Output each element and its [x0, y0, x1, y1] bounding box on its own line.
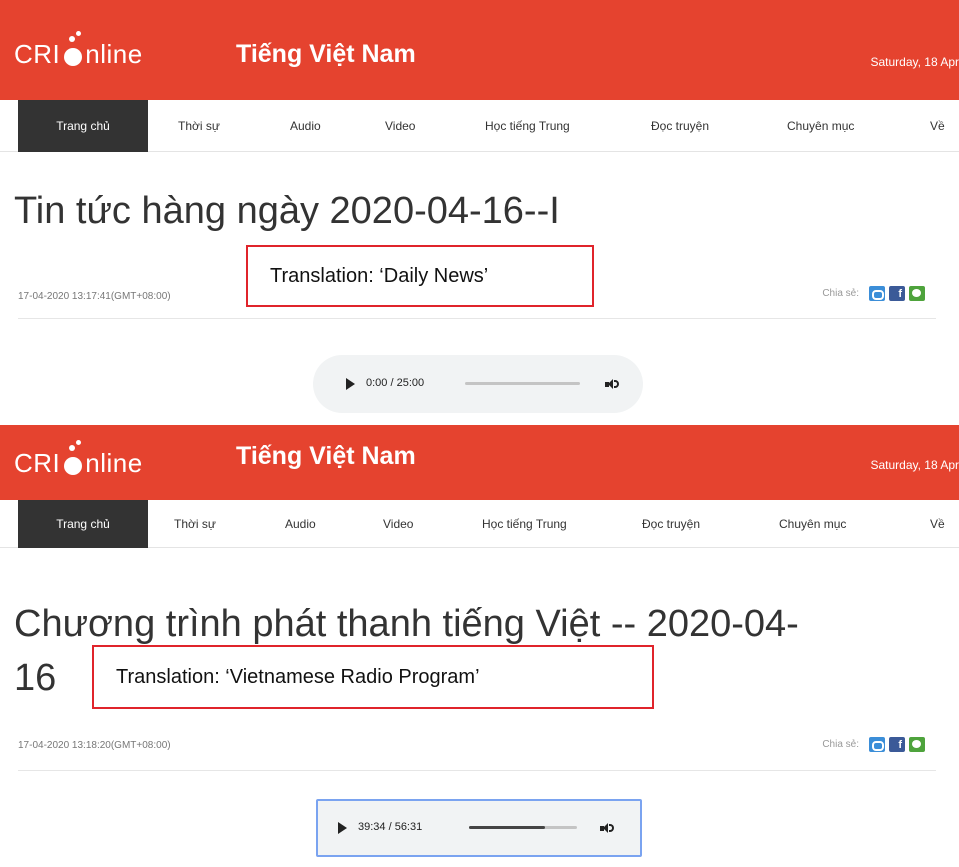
nav-item-chuyen-muc[interactable]: Chuyên mục	[787, 100, 854, 152]
share-bar: Chia sẻ: f	[822, 286, 925, 301]
progress-fill	[469, 826, 545, 829]
nav-item-video[interactable]: Video	[383, 500, 413, 548]
progress-slider[interactable]	[465, 382, 580, 385]
header-date: Saturday, 18 Apr	[870, 458, 959, 472]
share-label: Chia sẻ:	[822, 288, 859, 299]
divider	[18, 770, 936, 771]
wechat-share-icon[interactable]	[909, 737, 925, 752]
volume-icon[interactable]	[600, 823, 614, 833]
site-name[interactable]: Tiếng Việt Nam	[236, 40, 416, 69]
audio-player: 39:34 / 56:31	[316, 799, 642, 857]
facebook-share-icon[interactable]: f	[889, 286, 905, 301]
progress-slider[interactable]	[469, 826, 577, 829]
audio-player: 0:00 / 25:00	[313, 355, 643, 413]
divider	[18, 318, 936, 319]
article-timestamp: 17-04-2020 13:18:20(GMT+08:00)	[18, 740, 171, 751]
nav-item-thoi-su[interactable]: Thời sự	[174, 500, 216, 548]
article-panel-radio-program: CRI nline Tiếng Việt Nam Saturday, 18 Ap…	[0, 425, 959, 867]
nav-item-hoc-tieng-trung[interactable]: Học tiếng Trung	[485, 100, 570, 152]
nav-item-hoc-tieng-trung[interactable]: Học tiếng Trung	[482, 500, 567, 548]
site-header: CRI nline Tiếng Việt Nam Saturday, 18 Ap…	[0, 425, 959, 500]
header-date: Saturday, 18 Apr	[870, 55, 959, 69]
nav-item-audio[interactable]: Audio	[285, 500, 316, 548]
facebook-share-icon[interactable]: f	[889, 737, 905, 752]
nav-item-thoi-su[interactable]: Thời sự	[178, 100, 220, 152]
nav-item-video[interactable]: Video	[385, 100, 415, 152]
volume-icon[interactable]	[605, 379, 619, 389]
nav-item-doc-truyen[interactable]: Đọc truyện	[651, 100, 709, 152]
cri-online-logo[interactable]: CRI nline	[14, 30, 143, 70]
wechat-share-icon[interactable]	[909, 286, 925, 301]
weibo-share-icon[interactable]	[869, 737, 885, 752]
article-title-line-1: Chương trình phát thanh tiếng Việt -- 20…	[14, 603, 799, 645]
nav-item-doc-truyen[interactable]: Đọc truyện	[642, 500, 700, 548]
article-timestamp: 17-04-2020 13:17:41(GMT+08:00)	[18, 291, 171, 302]
nav-item-chuyen-muc[interactable]: Chuyên mục	[779, 500, 846, 548]
nav-item-ve[interactable]: Về	[930, 500, 945, 548]
nav-item-trang-chu[interactable]: Trang chủ	[18, 100, 148, 152]
nav-item-trang-chu[interactable]: Trang chủ	[18, 500, 148, 548]
nav-item-audio[interactable]: Audio	[290, 100, 321, 152]
translation-annotation: Translation: ‘Vietnamese Radio Program’	[92, 645, 654, 709]
main-nav: Trang chủ Thời sự Audio Video Học tiếng …	[0, 500, 959, 548]
translation-annotation: Translation: ‘Daily News’	[246, 245, 594, 307]
main-nav: Trang chủ Thời sự Audio Video Học tiếng …	[0, 100, 959, 152]
article-title: Tin tức hàng ngày 2020-04-16--I	[14, 190, 560, 232]
nav-item-ve[interactable]: Về	[930, 100, 945, 152]
article-panel-daily-news: CRI nline Tiếng Việt Nam Saturday, 18 Ap…	[0, 0, 959, 425]
cri-online-logo[interactable]: CRI nline	[14, 439, 143, 479]
site-header: CRI nline Tiếng Việt Nam Saturday, 18 Ap…	[0, 0, 959, 100]
logo-text-nline: nline	[85, 39, 143, 69]
share-bar: Chia sẻ: f	[822, 737, 925, 752]
logo-dots-icon	[62, 440, 84, 475]
share-label: Chia sẻ:	[822, 739, 859, 750]
site-name[interactable]: Tiếng Việt Nam	[236, 442, 416, 471]
logo-dots-icon	[62, 31, 84, 66]
player-time: 39:34 / 56:31	[358, 821, 423, 833]
weibo-share-icon[interactable]	[869, 286, 885, 301]
play-icon[interactable]	[346, 378, 355, 390]
logo-text-nline: nline	[85, 448, 143, 478]
logo-text-cri: CRI	[14, 448, 61, 478]
logo-text-cri: CRI	[14, 39, 61, 69]
player-time: 0:00 / 25:00	[366, 377, 425, 389]
play-icon[interactable]	[338, 822, 347, 834]
article-title-line-2: 16	[14, 657, 57, 699]
